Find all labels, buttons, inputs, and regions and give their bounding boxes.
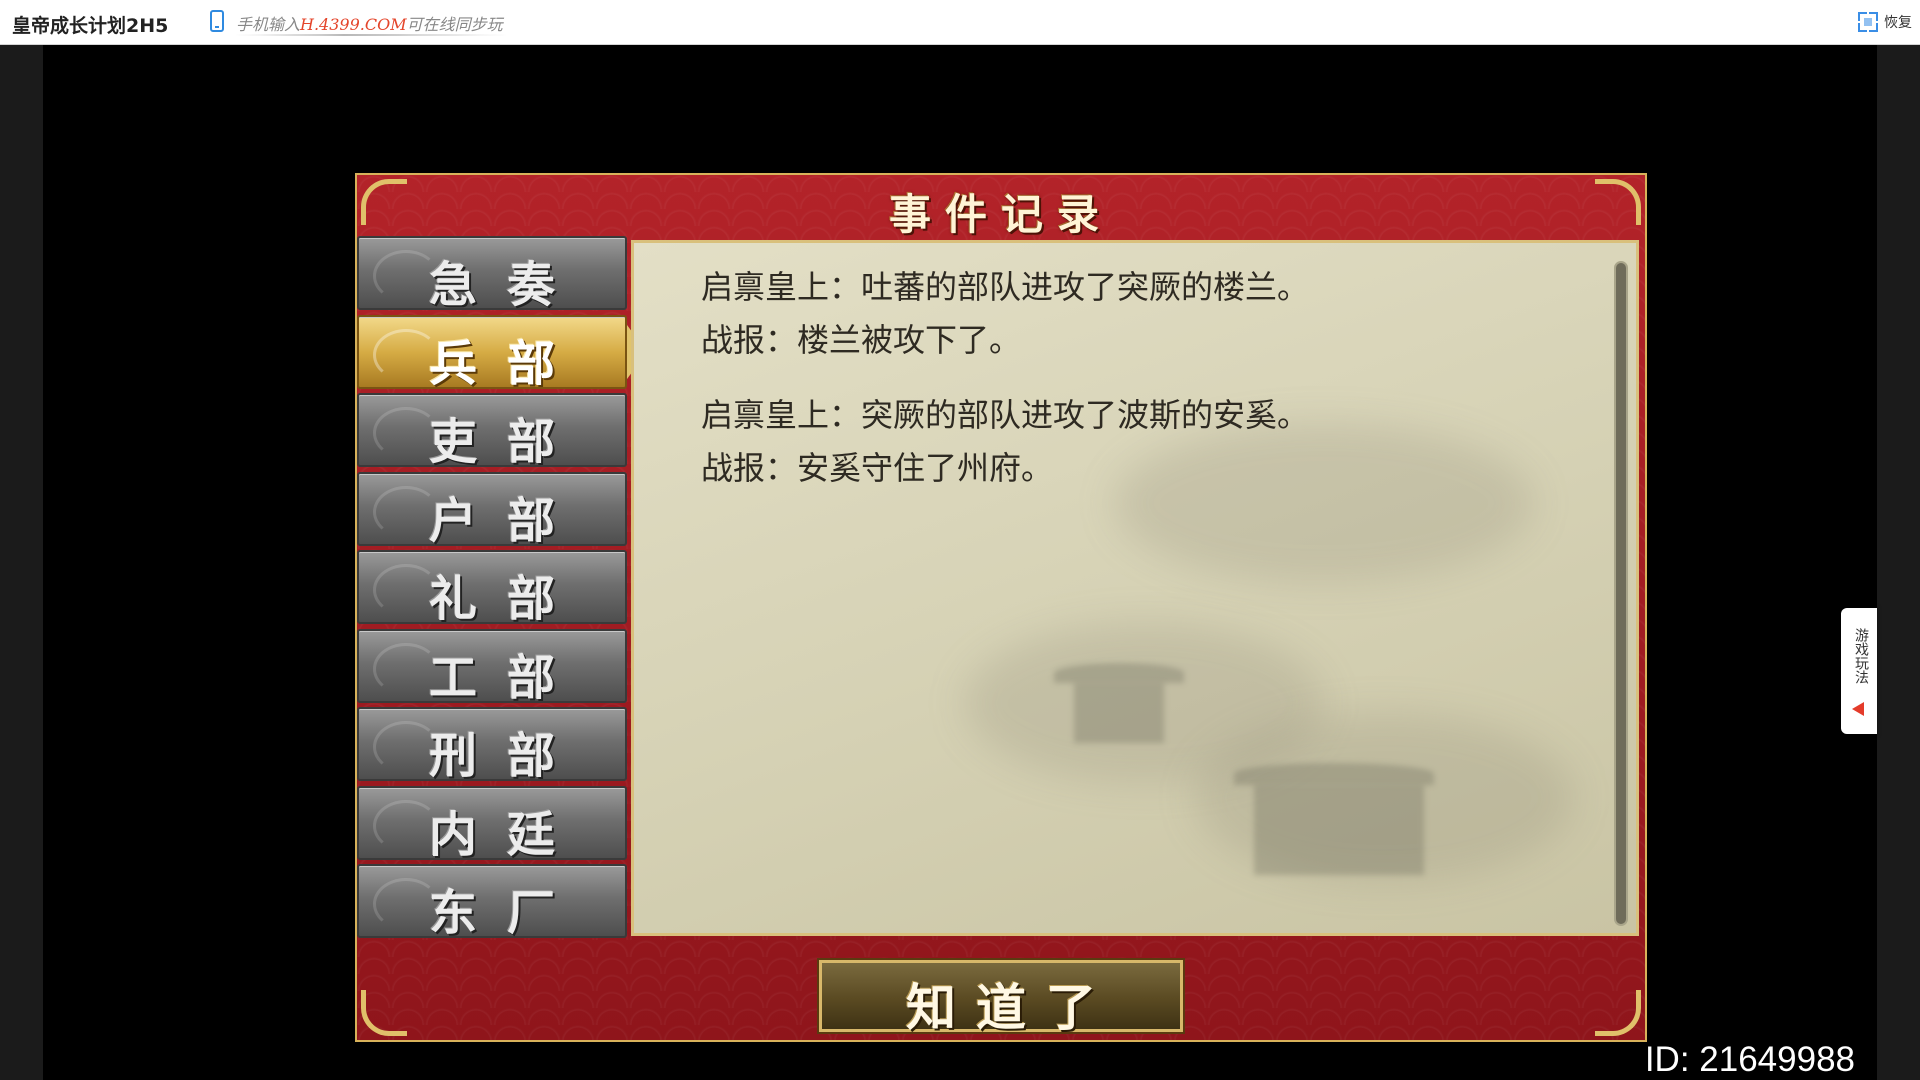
tab-label: 兵部 bbox=[428, 335, 585, 392]
tab-label: 刑部 bbox=[428, 728, 585, 784]
promo-url: H.4399.COM bbox=[300, 15, 407, 34]
player-id-label: ID: 21649988 bbox=[1644, 1040, 1855, 1079]
gameplay-guide-label: 游戏玩法 bbox=[1853, 628, 1869, 684]
tab-personnel-ministry[interactable]: 吏部 bbox=[357, 393, 627, 470]
tab-eastern-depot[interactable]: 东厂 bbox=[357, 864, 627, 941]
tab-label: 礼部 bbox=[428, 571, 585, 627]
restore-label: 恢复 bbox=[1884, 15, 1912, 31]
tab-revenue-ministry[interactable]: 户部 bbox=[357, 471, 627, 549]
event-list: 启禀皇上：吐蕃的部队进攻了突厥的楼兰。 战报：楼兰被攻下了。 启禀皇上：突厥的部… bbox=[701, 261, 1556, 517]
dialog-title: 事件记录 bbox=[888, 190, 1113, 239]
tab-war-ministry[interactable]: 兵部 bbox=[357, 314, 647, 392]
event-content-panel: 启禀皇上：吐蕃的部队进攻了突厥的楼兰。 战报：楼兰被攻下了。 启禀皇上：突厥的部… bbox=[631, 240, 1639, 936]
event-entry: 启禀皇上：突厥的部队进攻了波斯的安奚。 战报：安奚守住了州府。 bbox=[701, 389, 1556, 495]
corner-ornament bbox=[1595, 990, 1641, 1036]
event-report: 启禀皇上：突厥的部队进攻了波斯的安奚。 bbox=[701, 396, 1310, 434]
tab-label: 内廷 bbox=[428, 806, 585, 863]
gameplay-guide-tab[interactable]: 游戏玩法 bbox=[1841, 608, 1877, 734]
phone-icon bbox=[210, 10, 224, 32]
promo-underline bbox=[236, 34, 506, 36]
pagoda-silhouette bbox=[1254, 785, 1424, 875]
tab-inner-court[interactable]: 内廷 bbox=[357, 785, 627, 863]
event-report: 启禀皇上：吐蕃的部队进攻了突厥的楼兰。 bbox=[701, 268, 1310, 306]
scrollbar[interactable] bbox=[1614, 261, 1628, 926]
pagoda-silhouette bbox=[1054, 663, 1184, 683]
tab-rites-ministry[interactable]: 礼部 bbox=[357, 550, 627, 627]
tab-label: 东厂 bbox=[428, 885, 585, 941]
tab-label: 工部 bbox=[428, 649, 585, 706]
tab-works-ministry[interactable]: 工部 bbox=[357, 628, 627, 706]
arrow-left-icon bbox=[1852, 702, 1864, 716]
pagoda-silhouette bbox=[1074, 683, 1164, 743]
tab-label: 急奏 bbox=[428, 257, 585, 313]
promo-suffix: 可在线同步玩 bbox=[406, 15, 503, 34]
event-log-dialog: 事件记录 急奏 兵部 吏部 户部 礼部 工部 刑部 内廷 东厂 启禀皇上：吐蕃的… bbox=[355, 173, 1647, 1042]
tab-urgent[interactable]: 急奏 bbox=[357, 236, 627, 313]
corner-ornament bbox=[361, 990, 407, 1036]
tab-justice-ministry[interactable]: 刑部 bbox=[357, 707, 627, 784]
restore-icon bbox=[1858, 12, 1878, 32]
promo-prefix: 手机输入 bbox=[236, 15, 301, 34]
category-tabs: 急奏 兵部 吏部 户部 礼部 工部 刑部 内廷 东厂 bbox=[357, 236, 647, 943]
confirm-label: 知道了 bbox=[906, 978, 1116, 1037]
confirm-button[interactable]: 知道了 bbox=[819, 960, 1183, 1037]
tab-label: 吏部 bbox=[428, 414, 585, 470]
restore-button[interactable]: 恢复 bbox=[1858, 8, 1912, 36]
event-result: 战报：安奚守住了州府。 bbox=[701, 449, 1054, 487]
tab-label: 户部 bbox=[428, 492, 585, 549]
game-canvas[interactable]: 事件记录 急奏 兵部 吏部 户部 礼部 工部 刑部 内廷 东厂 启禀皇上：吐蕃的… bbox=[43, 45, 1877, 1080]
event-entry: 启禀皇上：吐蕃的部队进攻了突厥的楼兰。 战报：楼兰被攻下了。 bbox=[701, 261, 1556, 367]
pagoda-silhouette bbox=[1234, 763, 1434, 785]
top-bar: 皇帝成长计划2H5 手机输入H.4399.COM可在线同步玩 恢复 bbox=[0, 0, 1920, 45]
event-result: 战报：楼兰被攻下了。 bbox=[701, 321, 1022, 359]
app-title: 皇帝成长计划2H5 bbox=[12, 15, 169, 37]
mobile-promo[interactable]: 手机输入H.4399.COM可在线同步玩 bbox=[236, 11, 503, 35]
